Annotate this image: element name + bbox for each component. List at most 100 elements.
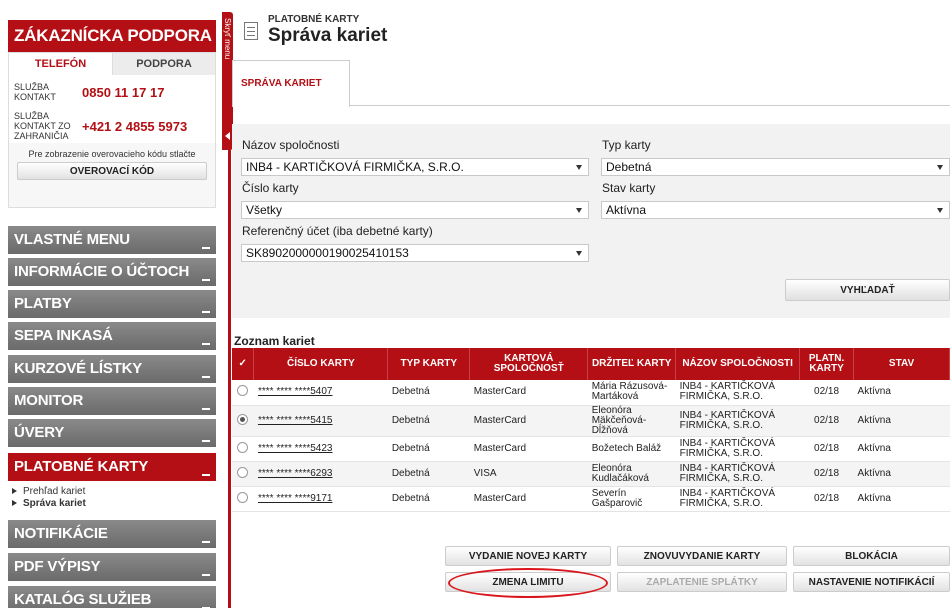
submenu-manage[interactable]: Správa kariet: [8, 498, 216, 510]
table-cell: INB4 - KARTIČKOVÁ FIRMIČKA, S.R.O.: [675, 461, 800, 487]
chevron-down-icon: [202, 408, 210, 410]
menu-label: MONITOR: [14, 392, 84, 409]
row-radio[interactable]: [237, 466, 249, 478]
highlight-ellipse: [448, 568, 608, 598]
table-cell: **** **** ****5423: [253, 436, 388, 462]
table-cell: Eleonóra Mäkčeňová-Dĺžňová: [587, 405, 676, 437]
hide-menu-label: Skryť menu: [223, 18, 232, 60]
cards-table: ✓ ČÍSLO KARTY TYP KARTY KARTOVÁ SPOLOČNO…: [232, 348, 950, 512]
menu-loans[interactable]: ÚVERY: [8, 419, 216, 447]
table-row[interactable]: **** **** ****9171 Debetná MasterCard Sever…: [232, 486, 950, 512]
card-number-link[interactable]: **** **** ****5415: [258, 415, 333, 426]
menu-pdf[interactable]: PDF VÝPISY: [8, 553, 216, 581]
col-holder[interactable]: DRŽITEĽ KARTY: [587, 348, 677, 380]
dropdown-arrow-icon: [937, 208, 943, 213]
menu-sepa[interactable]: SEPA INKASÁ: [8, 322, 216, 350]
card-company-cell: MasterCard: [473, 442, 527, 454]
block-button[interactable]: BLOKÁCIA: [793, 546, 950, 566]
table-cell: Mária Rázusová-Martáková: [587, 380, 676, 406]
dropdown-arrow-icon: [576, 208, 582, 213]
table-cell: Debetná: [387, 461, 470, 487]
menu-notifications[interactable]: NOTIFIKÁCIE: [8, 520, 216, 548]
chevron-down-icon: [202, 376, 210, 378]
col-select[interactable]: ✓: [232, 348, 255, 380]
ref-account-value: SK8902000000190025410153: [246, 246, 409, 260]
table-cell: Aktívna: [853, 405, 950, 437]
tab-support[interactable]: PODPORA: [112, 53, 215, 75]
menu-cards[interactable]: PLATOBNÉ KARTY: [8, 453, 216, 481]
row-radio[interactable]: [237, 385, 249, 397]
row-radio[interactable]: [237, 491, 249, 503]
table-cell: INB4 - KARTIČKOVÁ FIRMIČKA, S.R.O.: [675, 405, 800, 437]
col-validity[interactable]: PLATN. KARTY: [799, 348, 855, 380]
company-select[interactable]: INB4 - KARTIČKOVÁ FIRMIČKA, S.R.O.: [241, 158, 589, 176]
menu-label: PDF VÝPISY: [14, 558, 101, 575]
select-cell: [232, 380, 254, 406]
card-number-link[interactable]: **** **** ****5407: [258, 386, 333, 397]
card-state-value: Aktívna: [606, 203, 647, 217]
card-number-link[interactable]: **** **** ****5423: [258, 443, 333, 454]
table-row[interactable]: **** **** ****5407 Debetná MasterCard Mária…: [232, 380, 950, 406]
menu-monitor[interactable]: MONITOR: [8, 387, 216, 415]
validity-cell: 02/18: [814, 467, 840, 479]
page-title: Správa kariet: [268, 25, 388, 46]
menu-own[interactable]: VLASTNÉ MENU: [8, 226, 216, 254]
col-card-type[interactable]: TYP KARTY: [387, 348, 471, 380]
row-radio[interactable]: [237, 441, 249, 453]
chevron-down-icon: [202, 311, 210, 313]
table-cell: INB4 - KARTIČKOVÁ FIRMIČKA, S.R.O.: [675, 436, 800, 462]
table-cell: Debetná: [387, 405, 470, 437]
menu-payments[interactable]: PLATBY: [8, 290, 216, 318]
verify-code-button[interactable]: OVEROVACÍ KÓD: [17, 162, 207, 180]
menu-accounts[interactable]: INFORMÁCIE O ÚČTOCH: [8, 258, 216, 286]
service-contact-row: SLUŽBA KONTAKT 0850 11 17 17: [9, 75, 215, 109]
select-cell: [232, 461, 254, 487]
tab-card-management[interactable]: SPRÁVA KARIET: [232, 60, 350, 107]
new-card-button[interactable]: VYDANIE NOVEJ KARTY: [445, 546, 611, 566]
reissue-card-button[interactable]: ZNOVUVYDANIE KARTY: [617, 546, 787, 566]
chevron-down-icon: [202, 440, 210, 442]
table-row[interactable]: **** **** ****5423 Debetná MasterCard Božet…: [232, 436, 950, 462]
card-number-select[interactable]: Všetky: [241, 201, 589, 219]
card-number-link[interactable]: **** **** ****6293: [258, 468, 333, 479]
state-cell: Aktívna: [857, 386, 891, 398]
submenu-overview[interactable]: Prehľad kariet: [8, 486, 216, 498]
table-cell: **** **** ****6293: [253, 461, 388, 487]
col-card-number[interactable]: ČÍSLO KARTY: [253, 348, 389, 380]
document-icon: [244, 22, 258, 40]
triangle-right-icon: [12, 500, 17, 506]
card-type-value: Debetná: [606, 160, 652, 174]
sidebar-divider: [228, 150, 231, 608]
col-card-company[interactable]: KARTOVÁ SPOLOČNOSŤ: [469, 348, 589, 380]
table-cell: Debetná: [387, 380, 470, 406]
tab-bar: SPRÁVA KARIET: [232, 60, 950, 107]
ref-account-select[interactable]: SK8902000000190025410153: [241, 244, 589, 262]
tab-phone[interactable]: TELEFÓN: [9, 53, 112, 75]
card-list-title: Zoznam kariet: [234, 334, 315, 348]
col-org[interactable]: NÁZOV SPOLOČNOSTI: [675, 348, 801, 380]
chevron-down-icon: [202, 343, 210, 345]
menu-catalog[interactable]: KATALÓG SLUŽIEB: [8, 586, 216, 608]
row-radio[interactable]: [237, 413, 249, 425]
state-cell: Aktívna: [857, 414, 891, 426]
card-number-link[interactable]: **** **** ****9171: [258, 493, 333, 504]
table-row[interactable]: **** **** ****6293 Debetná VISA Eleonóra Ku…: [232, 461, 950, 487]
col-state[interactable]: STAV: [853, 348, 950, 380]
card-state-select[interactable]: Aktívna: [601, 201, 950, 219]
holder-cell: Mária Rázusová-Martáková: [591, 381, 668, 403]
table-cell: **** **** ****5415: [253, 405, 388, 437]
card-type-cell: Debetná: [391, 442, 430, 454]
card-state-label: Stav karty: [602, 181, 656, 195]
table-row[interactable]: **** **** ****5415 Debetná MasterCard Eleon…: [232, 405, 950, 437]
support-title[interactable]: ZÁKAZNÍCKA PODPORA: [8, 20, 216, 52]
menu-label: PLATOBNÉ KARTY: [14, 458, 149, 475]
dropdown-arrow-icon: [576, 165, 582, 170]
dropdown-arrow-icon: [937, 165, 943, 170]
notification-settings-button[interactable]: NASTAVENIE NOTIFIKÁCIÍ: [793, 572, 950, 592]
holder-cell: Severín Gašparovič: [591, 487, 643, 509]
org-cell: INB4 - KARTIČKOVÁ FIRMIČKA, S.R.O.: [679, 381, 776, 403]
card-type-cell: Debetná: [391, 414, 430, 426]
menu-rates[interactable]: KURZOVÉ LÍSTKY: [8, 355, 216, 383]
card-type-select[interactable]: Debetná: [601, 158, 950, 176]
search-button[interactable]: VYHĽADAŤ: [785, 279, 950, 301]
